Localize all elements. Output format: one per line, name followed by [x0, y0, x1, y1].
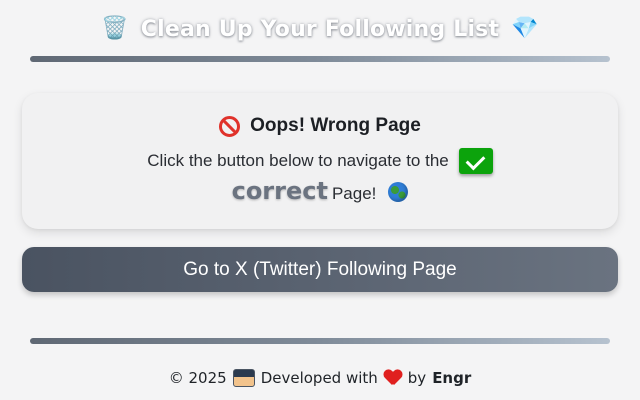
- developer-icon: [232, 369, 255, 387]
- globe-icon: [388, 182, 409, 202]
- developed-with-text: Developed with: [260, 369, 378, 387]
- footer: © 2025 Developed with by Engr: [0, 366, 640, 390]
- card-instruction: Click the button below to navigate to th…: [22, 148, 618, 174]
- bottom-divider: [30, 338, 610, 344]
- no-entry-icon: [219, 115, 241, 137]
- author-name: Engr: [432, 369, 472, 387]
- message-card: Oops! Wrong Page Click the button below …: [22, 93, 618, 229]
- top-divider: [30, 56, 610, 62]
- heart-icon: [384, 370, 402, 386]
- instruction-text: Click the button below to navigate to th…: [147, 151, 449, 170]
- card-heading: Oops! Wrong Page: [22, 115, 618, 137]
- go-to-following-page-button[interactable]: Go to X (Twitter) Following Page: [22, 247, 618, 292]
- check-box-icon: [458, 148, 493, 174]
- trash-can-icon: 🗑️: [101, 16, 129, 41]
- card-heading-text: Oops! Wrong Page: [250, 115, 421, 136]
- header: 🗑️ Clean Up Your Following List 💎: [0, 0, 640, 58]
- gem-icon: 💎: [511, 16, 539, 41]
- page-title: Clean Up Your Following List: [140, 16, 500, 42]
- correct-emphasis: correct: [231, 177, 328, 205]
- copyright-text: © 2025: [168, 369, 227, 387]
- page-text: Page!: [331, 184, 377, 203]
- popup-page: 🗑️ Clean Up Your Following List 💎 Oops! …: [0, 0, 640, 400]
- card-instruction-continued: correct Page!: [22, 177, 618, 205]
- by-text: by: [407, 369, 427, 387]
